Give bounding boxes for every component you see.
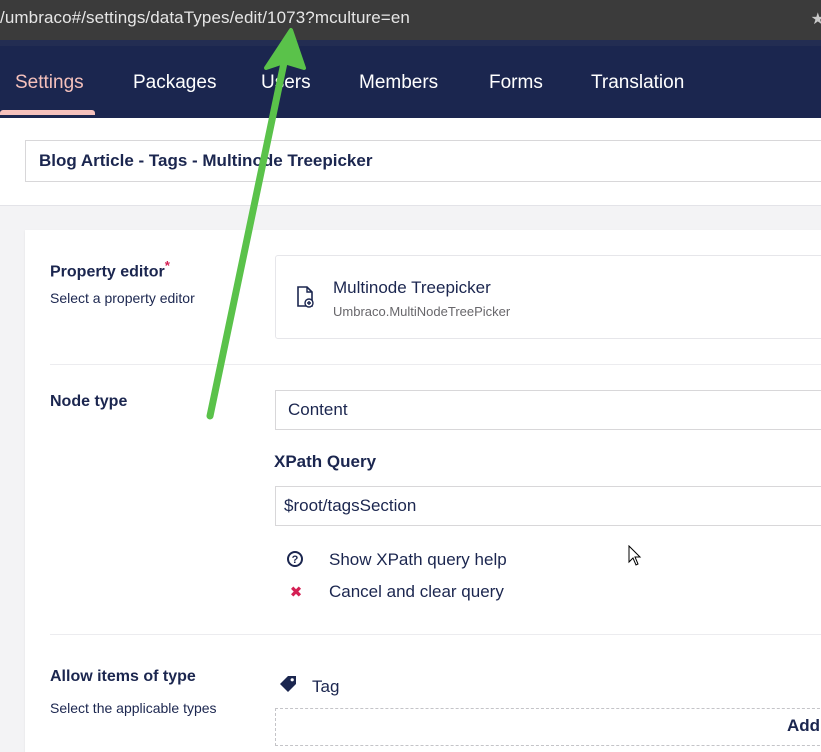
node-type-label: Node type [50, 393, 128, 410]
nav-item-packages[interactable]: Packages [133, 72, 216, 94]
node-type-select[interactable]: Content [275, 390, 821, 430]
nav-item-forms[interactable]: Forms [489, 72, 543, 94]
browser-address-bar[interactable]: /umbraco#/settings/dataTypes/edit/1073?m… [0, 0, 821, 40]
allow-items-label: Allow items of type [50, 668, 196, 685]
xpath-query-label: XPath Query [274, 452, 377, 471]
document-add-icon [297, 286, 314, 308]
divider [50, 364, 821, 365]
nav-item-settings[interactable]: Settings [15, 72, 84, 94]
property-editor-name: Multinode Treepicker [333, 278, 491, 297]
nav-item-translation[interactable]: Translation [591, 72, 684, 94]
property-editor-label: Property editor* [50, 258, 170, 281]
allow-items-description: Select the applicable types [50, 700, 217, 716]
show-xpath-help-text: Show XPath query help [329, 550, 507, 569]
top-navigation: Settings Packages Users Members Forms Tr… [0, 40, 821, 118]
divider [50, 634, 821, 635]
mouse-cursor-icon [628, 545, 642, 566]
datatype-name-input[interactable] [25, 140, 821, 182]
nav-item-members[interactable]: Members [359, 72, 438, 94]
star-icon[interactable]: ★ [811, 9, 821, 29]
add-type-button[interactable]: Add [275, 708, 821, 746]
editor-header [0, 118, 821, 206]
property-editor-alias: Umbraco.MultiNodeTreePicker [333, 304, 511, 319]
active-tab-indicator [0, 110, 95, 115]
close-icon: ✖ [289, 584, 303, 601]
allowed-type-name: Tag [312, 677, 340, 696]
property-editor-label-text: Property editor [50, 263, 165, 281]
property-editor-description: Select a property editor [50, 290, 195, 306]
add-type-label: Add [786, 716, 820, 735]
help-circle-icon: ? [287, 551, 303, 567]
cancel-clear-query-text: Cancel and clear query [329, 582, 504, 601]
xpath-query-input[interactable] [275, 486, 821, 526]
url-text[interactable]: /umbraco#/settings/dataTypes/edit/1073?m… [0, 8, 410, 28]
tag-icon [280, 676, 296, 692]
required-mark: * [164, 258, 170, 273]
property-editor-card[interactable]: Multinode Treepicker Umbraco.MultiNodeTr… [275, 255, 821, 339]
nav-item-users[interactable]: Users [261, 72, 311, 94]
datatype-settings-panel: Property editor* Select a property edito… [25, 230, 821, 752]
